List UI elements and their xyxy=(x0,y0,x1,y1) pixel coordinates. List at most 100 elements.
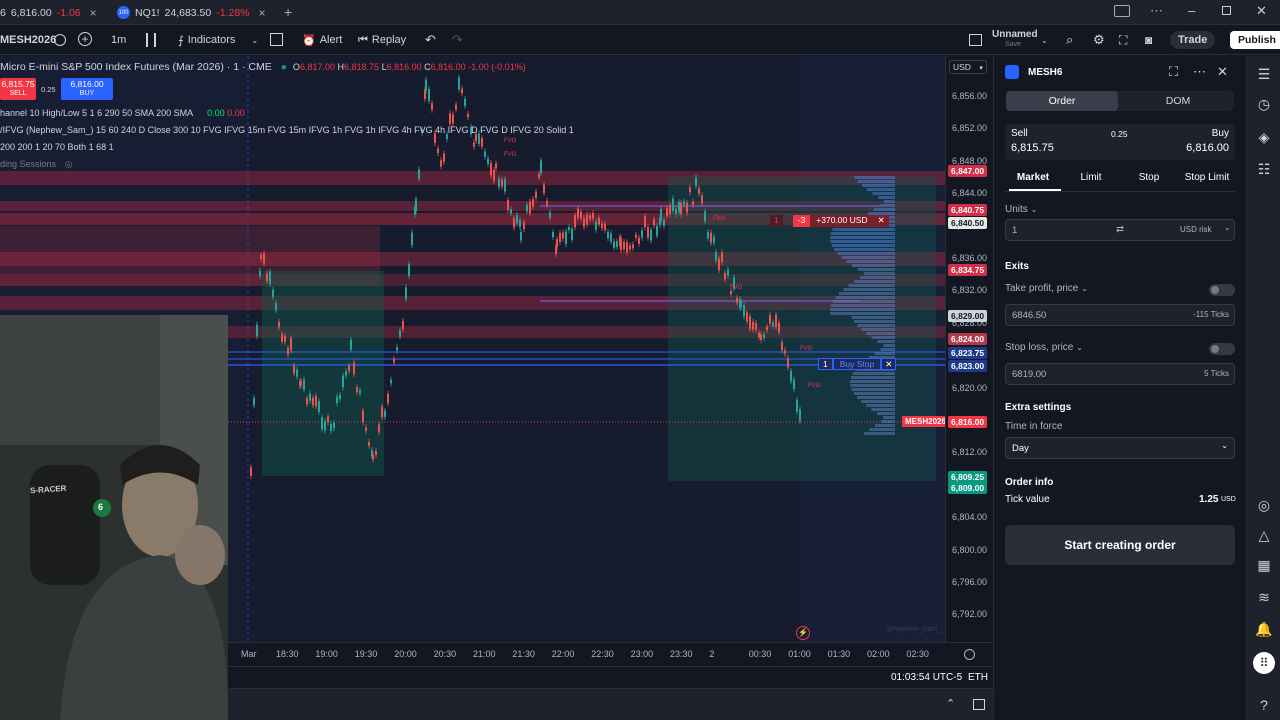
tab-order[interactable]: Order xyxy=(1006,91,1118,111)
sell-button[interactable]: 6,815.75 SELL xyxy=(0,78,36,100)
settings-gear-icon[interactable]: ⚙ xyxy=(1093,25,1105,55)
compare-plus-icon[interactable]: + xyxy=(78,32,92,46)
help-icon[interactable]: ? xyxy=(1255,696,1273,714)
order-type-stop[interactable]: Stop xyxy=(1125,172,1173,183)
buy-button[interactable]: 6,816.00 BUY xyxy=(61,78,113,100)
stop-loss-label-row[interactable]: Stop loss, price ⌄ xyxy=(1005,342,1083,353)
chevron-down-icon[interactable]: ⌄ xyxy=(1041,25,1048,55)
minimize-icon[interactable]: – xyxy=(1188,3,1195,18)
alert-button[interactable]: ⏰ Alert xyxy=(302,25,342,55)
stop-loss-toggle[interactable] xyxy=(1209,343,1235,355)
quick-search-icon[interactable]: ⌕ xyxy=(1066,25,1073,55)
templates-grid-icon[interactable] xyxy=(270,33,283,46)
target-icon[interactable]: ◎ xyxy=(1255,496,1273,514)
candle-body xyxy=(487,158,489,164)
layout-name[interactable]: Unnamed xyxy=(992,30,1038,40)
panel-symbol[interactable]: MESH6 xyxy=(1028,67,1062,78)
panel-sell-price[interactable]: 6,815.75 xyxy=(1011,142,1054,154)
interval-button[interactable]: 1m xyxy=(111,25,126,55)
close-icon[interactable]: × xyxy=(259,6,266,20)
units-label-row[interactable]: Units ⌄ xyxy=(1005,204,1037,215)
time-in-force-select[interactable]: Day ⌄ xyxy=(1005,437,1235,459)
panel-buy-price[interactable]: 6,816.00 xyxy=(1186,142,1229,154)
layout-save-label[interactable]: Save xyxy=(1005,41,1021,48)
indicators-button[interactable]: ⨍ Indicators ⌄ xyxy=(178,25,258,55)
chat-icon[interactable]: ☷ xyxy=(1255,160,1273,178)
fullscreen-icon[interactable]: ⛶ xyxy=(1119,25,1127,55)
take-profit-toggle[interactable] xyxy=(1209,284,1235,296)
chevron-down-icon[interactable]: ⌄ xyxy=(1224,223,1231,232)
triangle-icon[interactable]: △ xyxy=(1255,526,1273,544)
eye-hidden-icon[interactable]: ◎ xyxy=(65,159,73,169)
panel-close-icon[interactable]: ✕ xyxy=(1217,64,1228,80)
new-tab-plus-icon[interactable]: + xyxy=(284,4,292,20)
tab-mes[interactable]: 6 6,816.00 -1.06 × xyxy=(0,3,108,22)
layout-square-icon[interactable] xyxy=(969,34,982,46)
price-scale[interactable]: USD ▾ 6,856.00 6,852.00 6,848.00 6,844.00 6,… xyxy=(945,56,993,642)
indicator-1-row[interactable]: hannel 10 High/Low 5 1 6 290 50 SMA 200 … xyxy=(0,108,245,118)
time-settings-icon[interactable] xyxy=(964,649,975,660)
time-axis[interactable]: Mar 18:30 19:00 19:30 20:00 20:30 21:00 21:30 22… xyxy=(228,642,993,666)
bell-icon[interactable]: 🔔 xyxy=(1255,620,1273,638)
symbol-info-icon[interactable] xyxy=(54,34,66,46)
candle-body xyxy=(336,396,338,404)
candle-body xyxy=(275,303,277,311)
take-profit-label-row[interactable]: Take profit, price ⌄ xyxy=(1005,283,1088,294)
panel-buy-label[interactable]: Buy xyxy=(1212,128,1229,139)
trade-button[interactable]: Trade xyxy=(1170,25,1216,55)
camera-icon[interactable]: ◙ xyxy=(1145,25,1152,55)
price-tag: 6,823.75 xyxy=(948,347,988,359)
legend-spread: 0.25 xyxy=(41,85,56,94)
take-profit-input[interactable]: 6846.50 -115 Ticks xyxy=(1005,304,1235,326)
volume-profile-bar xyxy=(853,320,895,323)
maximize-icon[interactable] xyxy=(1222,6,1231,15)
layers-icon[interactable]: ◈ xyxy=(1255,128,1273,146)
stop-loss-input[interactable]: 6819.00 5 Ticks xyxy=(1005,363,1235,385)
status-time[interactable]: 01:03:54 UTC-5 xyxy=(891,672,962,683)
symbol-search[interactable]: MESH2026 xyxy=(0,25,56,55)
order-type-market[interactable]: Market xyxy=(1005,172,1061,183)
position-line[interactable]: 1 -3 +370.00 USD ✕ xyxy=(770,215,889,227)
lightning-event-icon[interactable]: ⚡ xyxy=(796,626,810,640)
candle-body xyxy=(638,237,640,244)
tab-nq[interactable]: 100 NQ1! 24,683.50 -1.28% × xyxy=(117,3,275,22)
redo-icon[interactable]: ↷ xyxy=(452,25,463,55)
alerts-clock-icon[interactable]: ◷ xyxy=(1255,95,1273,113)
buy-stop-order[interactable]: 1 Buy Stop ✕ xyxy=(818,358,897,370)
units-input[interactable]: 1 ⇄ USD risk ⌄ xyxy=(1005,219,1235,241)
candle-style-icon[interactable] xyxy=(146,33,156,47)
position-close-icon[interactable]: ✕ xyxy=(873,215,889,227)
order-type-stop-limit[interactable]: Stop Limit xyxy=(1179,172,1235,183)
signal-icon[interactable]: ≋ xyxy=(1255,588,1273,606)
status-session[interactable]: ETH xyxy=(968,672,988,683)
currency-selector[interactable]: USD ▾ xyxy=(949,60,987,74)
position-close[interactable]: -3 xyxy=(792,215,811,227)
panel-expand-icon[interactable]: ⛶ xyxy=(1169,64,1178,80)
apps-grid-icon[interactable]: ⠿ xyxy=(1253,652,1275,674)
panel-sell-label[interactable]: Sell xyxy=(1011,128,1028,139)
indicator-2-row[interactable]: /IFVG (Nephew_Sam_) 15 60 240 D Close 30… xyxy=(0,125,574,135)
volume-profile-bar xyxy=(830,308,895,311)
indicator-3-row[interactable]: 200 200 1 20 70 Both 1 68 1 xyxy=(0,142,114,152)
candle-body xyxy=(727,269,729,276)
start-creating-order-button[interactable]: Start creating order xyxy=(1005,525,1235,565)
publish-button[interactable]: Publish xyxy=(1230,25,1280,55)
window-layout-icon[interactable] xyxy=(1114,5,1130,17)
replay-button[interactable]: ⏮ Replay xyxy=(358,25,406,55)
collapse-up-icon[interactable]: ⌃ xyxy=(946,697,955,710)
window-close-icon[interactable]: ✕ xyxy=(1256,3,1267,19)
order-type-limit[interactable]: Limit xyxy=(1067,172,1115,183)
order-close-icon[interactable]: ✕ xyxy=(881,358,897,370)
close-icon[interactable]: × xyxy=(90,6,97,20)
more-dots-icon[interactable]: ⋯ xyxy=(1150,3,1163,19)
maximize-panel-icon[interactable] xyxy=(973,699,985,710)
more-dots-icon[interactable]: ⋯ xyxy=(1193,64,1206,80)
watchlist-icon[interactable]: ☰ xyxy=(1255,65,1273,83)
swap-icon[interactable]: ⇄ xyxy=(1116,224,1124,235)
tab-dom[interactable]: DOM xyxy=(1122,91,1234,111)
candle-body xyxy=(799,409,801,421)
calendar-icon[interactable]: ▦ xyxy=(1255,556,1273,574)
risk-label[interactable]: USD risk xyxy=(1180,225,1212,234)
indicator-4-row[interactable]: ding Sessions ◎ xyxy=(0,159,72,170)
undo-icon[interactable]: ↶ xyxy=(425,25,436,55)
